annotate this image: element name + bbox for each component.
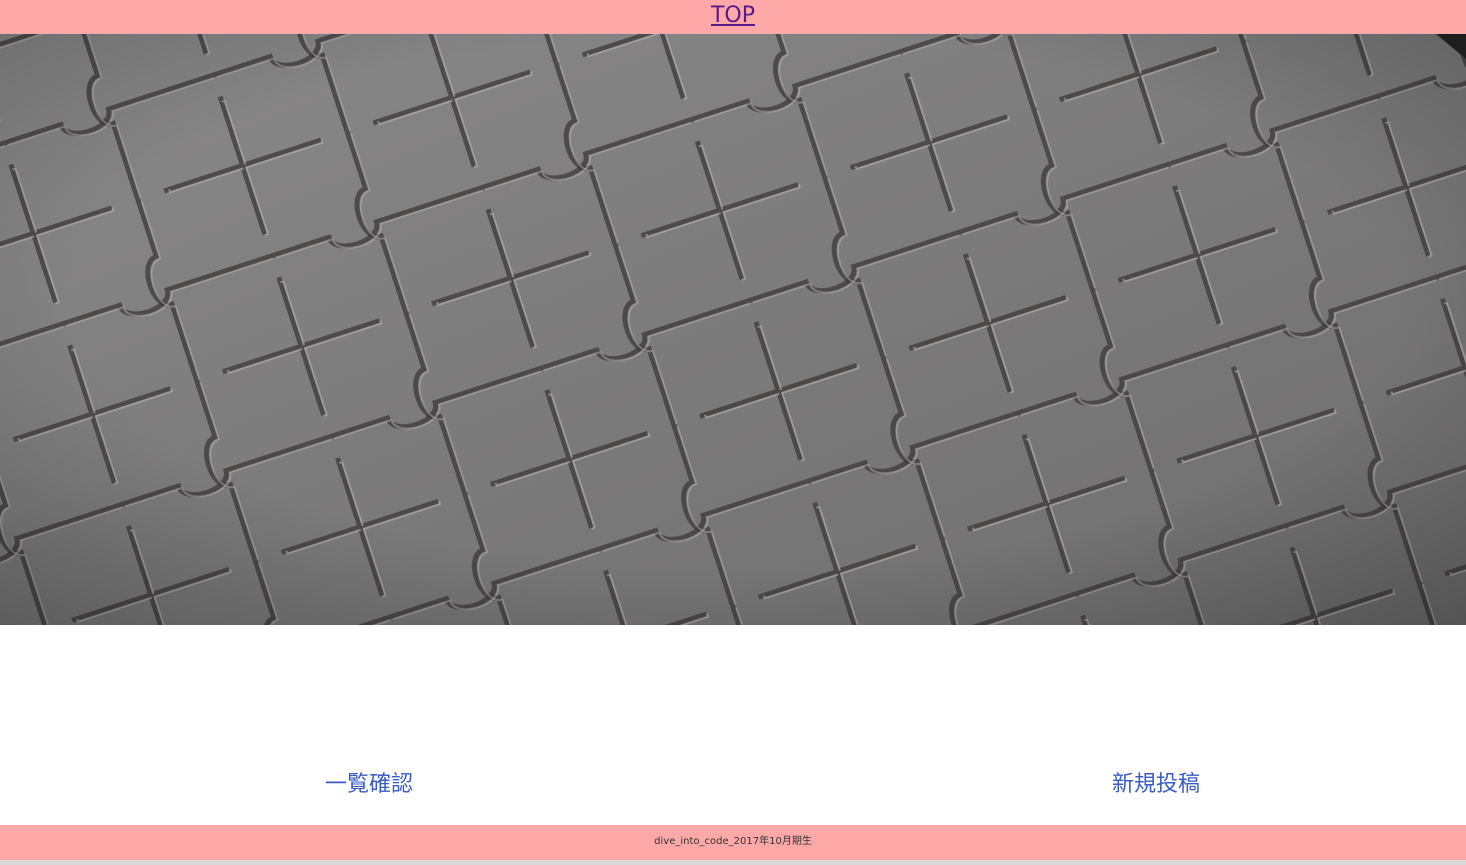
hero-image [0, 34, 1466, 625]
top-link[interactable]: TOP [711, 1, 755, 31]
list-link[interactable]: 一覧確認 [325, 771, 413, 799]
site-header: TOP [0, 0, 1466, 34]
new-post-link[interactable]: 新規投稿 [1112, 771, 1200, 799]
site-footer: dive_into_code_2017年10月期生 [0, 825, 1466, 865]
nav-area: 一覧確認 新規投稿 [0, 625, 1466, 825]
footer-text: dive_into_code_2017年10月期生 [654, 836, 812, 847]
jigsaw-puzzle-image [0, 34, 1466, 625]
